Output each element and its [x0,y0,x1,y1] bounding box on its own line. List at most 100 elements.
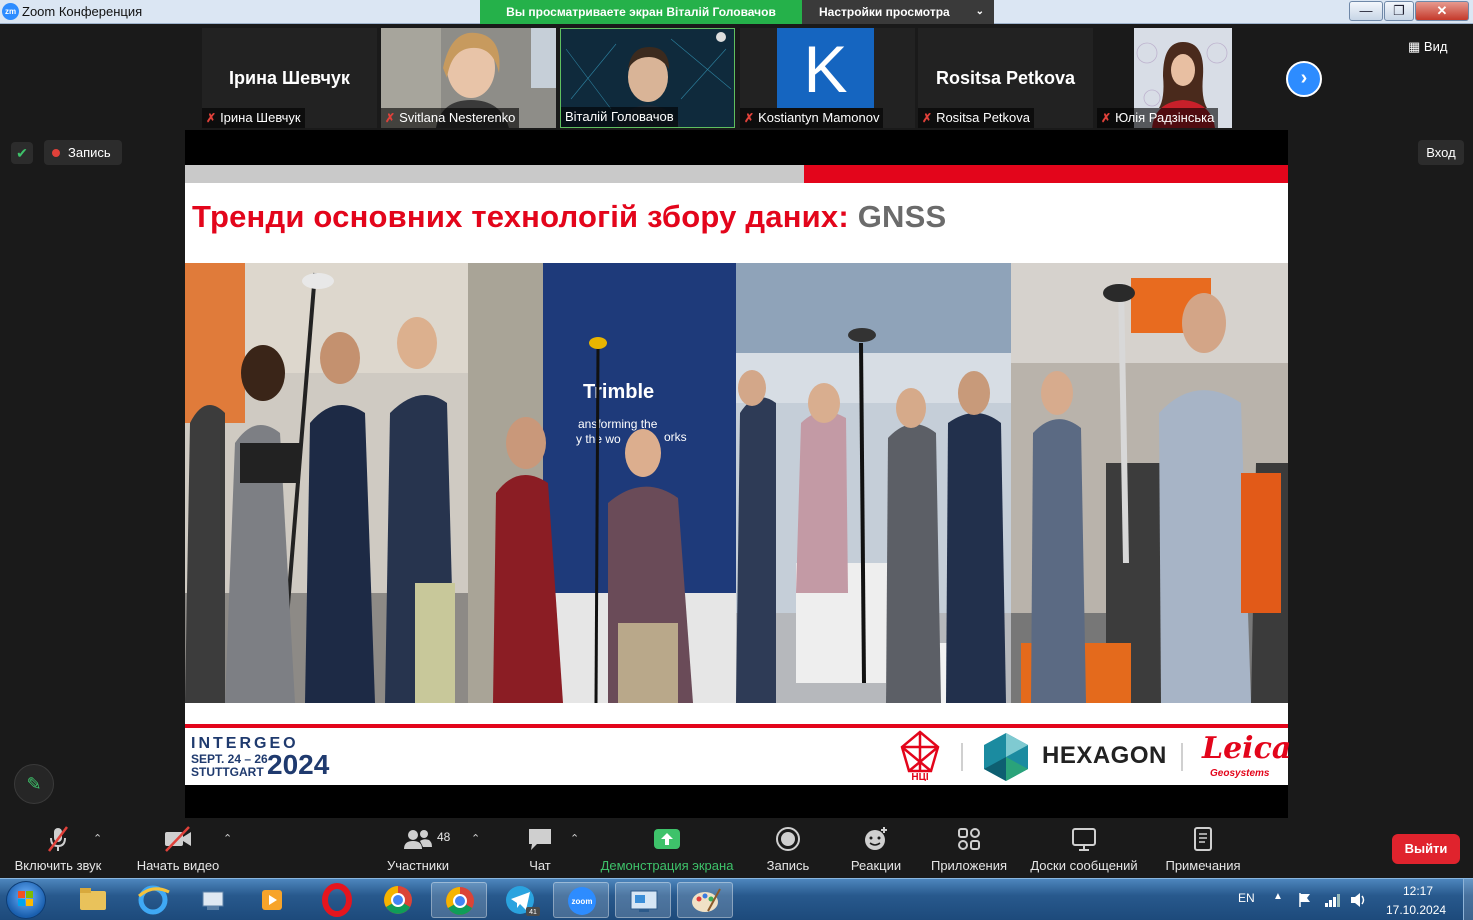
taskbar-chrome-active[interactable] [431,882,487,918]
microphone-muted-icon [48,826,68,852]
taskbar-media-player[interactable] [244,882,300,918]
participant-display-name: Ірина Шевчук [229,68,350,88]
slide-footer-line [185,724,1288,728]
zoom-logo-icon: zm [2,3,19,20]
leave-meeting-button[interactable]: Выйти [1392,834,1460,864]
participants-label: Участники [386,858,450,873]
mic-muted-icon: ✗ [206,111,217,125]
screen-share-banner: Вы просматриваете экран Віталій Головачо… [480,0,802,24]
tray-expand-icon[interactable]: ▲ [1273,891,1283,902]
share-screen-button[interactable]: Демонстрация экрана [594,824,740,873]
notes-icon [1194,827,1212,851]
whiteboards-button[interactable]: Доски сообщений [1026,824,1142,873]
participant-label: Віталій Головачов [561,107,678,127]
show-desktop-button[interactable] [1463,879,1473,920]
slide-heading: Тренди основних технологій збору даних: … [192,199,946,235]
video-options-caret-icon[interactable]: ⌃ [223,832,232,845]
intergeo-logo-date: SEPT. 24 – 26 STUTTGART [191,753,268,779]
notes-button[interactable]: Примечания [1160,824,1246,873]
banner-text: orks [664,430,687,444]
meeting-toolbar: Включить звук ⌃ Начать видео ⌃ Участники… [0,818,1473,878]
participant-tile[interactable]: Rositsa Petkova ✗ Rositsa Petkova [918,28,1093,128]
clock-date[interactable]: 17.10.2024 [1386,903,1446,917]
start-button[interactable] [6,881,46,919]
windows-taskbar: 41 zoom EN ▲ 12:17 17.10.2024 [0,878,1473,920]
view-button[interactable]: ▦ Вид [1408,39,1447,55]
participant-tile[interactable]: Ірина Шевчук ✗ Ірина Шевчук [202,28,377,128]
participant-avatar: K [777,28,874,108]
taskbar-telegram[interactable]: 41 [492,882,548,918]
participants-options-caret-icon[interactable]: ⌃ [471,832,480,845]
taskbar-zoom[interactable]: zoom [553,882,609,918]
annotate-pencil-icon[interactable]: ✎ [14,764,54,804]
media-player-icon [262,890,282,910]
action-center-flag-icon[interactable] [1296,891,1314,909]
taskbar-remote-desktop[interactable] [615,882,671,918]
audio-options-caret-icon[interactable]: ⌃ [93,832,102,845]
share-screen-label: Демонстрация экрана [600,858,734,873]
chat-button[interactable]: Чат [510,824,570,873]
grid-icon: ▦ [1408,39,1424,54]
internet-explorer-icon [138,885,170,915]
intergeo-city-text: STUTTGART [191,765,264,779]
apps-button[interactable]: Приложения [926,824,1012,873]
chat-bubble-icon [529,829,551,850]
window-title: Zoom Конференция [22,4,143,19]
view-settings-label: Настройки просмотра [819,5,950,19]
next-page-button[interactable]: › [1286,61,1322,97]
participant-name: Kostiantyn Mamonov [758,110,880,125]
minimize-button[interactable]: — [1349,1,1383,21]
enter-button[interactable]: Вход [1418,140,1464,165]
participant-tile-active-speaker[interactable]: Віталій Головачов [560,28,735,128]
notes-label: Примечания [1165,858,1241,873]
participant-name: Ірина Шевчук [220,110,301,125]
security-shield-icon[interactable]: ✔ [11,142,33,164]
network-signal-icon[interactable] [1323,891,1341,909]
taskbar-network-app[interactable] [185,882,241,918]
leica-logo-subtitle: Geosystems [1210,768,1270,779]
logo-divider [1181,743,1183,771]
whiteboard-icon [1072,828,1096,851]
taskbar-chrome[interactable] [370,882,426,918]
start-video-button[interactable]: Начать видео [128,824,228,873]
chrome-icon [384,886,412,914]
participant-label: ✗ Svitlana Nesterenko [381,108,520,128]
participant-label: ✗ Rositsa Petkova [918,108,1034,128]
maximize-button[interactable]: ❐ [1384,1,1414,21]
chat-options-caret-icon[interactable]: ⌃ [570,832,579,845]
video-off-icon [165,826,191,852]
mic-muted-icon: ✗ [1101,111,1112,125]
opera-icon [322,883,352,917]
clock-time[interactable]: 12:17 [1403,884,1433,898]
taskbar-opera[interactable] [309,882,365,918]
whiteboards-label: Доски сообщений [1030,858,1138,873]
view-button-label: Вид [1423,39,1448,54]
recording-dot-icon [52,149,60,157]
start-video-label: Начать видео [136,858,220,873]
view-settings-dropdown[interactable]: Настройки просмотра ⌄ [802,0,994,24]
logo-divider [961,743,963,771]
apps-icon [958,828,980,850]
mic-muted-icon: ✗ [922,111,933,125]
close-button[interactable]: ✕ [1415,1,1469,21]
participant-tile[interactable]: K ✗ Kostiantyn Mamonov [740,28,915,128]
reactions-button[interactable]: Реакции [846,824,906,873]
taskbar-internet-explorer[interactable] [125,882,181,918]
event-photo [736,263,1011,703]
record-button[interactable]: Запись [758,824,818,873]
leica-logo-text: Leica [1202,731,1292,766]
volume-speaker-icon[interactable] [1349,891,1369,909]
taskbar-explorer[interactable] [64,882,120,918]
language-indicator[interactable]: EN [1238,891,1255,905]
reactions-label: Реакции [850,858,902,873]
participant-tile[interactable]: ✗ Юлія Радзінська [1097,28,1272,128]
recording-indicator[interactable]: Запись [44,140,122,165]
ntu-emblem-icon: НЦІ [900,730,940,781]
participant-label: ✗ Kostiantyn Mamonov [740,108,884,128]
intergeo-date-text: SEPT. 24 – 26 [191,752,268,766]
taskbar-paint[interactable] [677,882,733,918]
participant-tile[interactable]: ✗ Svitlana Nesterenko [381,28,556,128]
zoom-window: zm Zoom Конференция Вы просматриваете эк… [0,0,1473,920]
participants-count: 48 [437,830,451,844]
event-photo [185,263,468,703]
